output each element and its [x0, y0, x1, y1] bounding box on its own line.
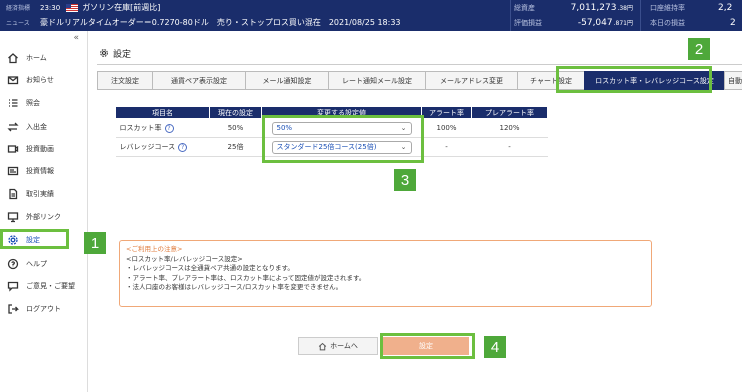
top-info-bar: 経済指標 23:30 ガソリン在庫[前週比] ニュース 豪ドルリアルタイムオーダ…: [0, 0, 742, 31]
sidebar-item-label: 投資動画: [26, 145, 54, 153]
margin-rate-label: 口座維持率: [650, 3, 685, 12]
tab-mail-address-change[interactable]: メールアドレス変更: [425, 71, 517, 90]
page-title: 設定: [99, 45, 131, 61]
news-ticker[interactable]: ニュース 豪ドルリアルタイムオーダー＝0.7270-80ドル 売り・ストップロス…: [0, 15, 401, 30]
notice-line: ・法人口座のお客様はレバレッジコース/ロスカット率を変更できません。: [126, 283, 343, 291]
tab-rate-notification-mail[interactable]: レート通知メール設定: [328, 71, 425, 90]
tab-mail-notification[interactable]: メール通知設定: [245, 71, 328, 90]
monitor-icon: [6, 210, 20, 224]
prealert-rate-value: -: [471, 137, 548, 157]
alert-rate-value: 100%: [421, 118, 472, 138]
logout-icon: [6, 302, 20, 316]
sidebar-item-label: 取引実績: [26, 190, 54, 198]
page-title-text: 設定: [113, 49, 132, 60]
prealert-rate-value: 120%: [471, 118, 548, 138]
column-header: プレアラート率: [471, 106, 548, 119]
indicator-time: 23:30: [40, 3, 61, 12]
app-root: 経済指標 23:30 ガソリン在庫[前週比] ニュース 豪ドルリアルタイムオーダ…: [0, 0, 742, 392]
sidebar-item-label: お知らせ: [26, 76, 54, 84]
feedback-icon: [6, 279, 20, 293]
home-button[interactable]: ホームへ: [298, 337, 378, 355]
highlight-box-2: [556, 66, 712, 93]
margin-rate-value: 2,2: [718, 2, 733, 13]
usage-notice: <ご利用上の注意> <ロスカット率/レバレッジコース設定> ・レバレッジコースは…: [119, 240, 652, 307]
sidebar-item-history[interactable]: 取引実績: [0, 183, 88, 205]
list-icon: [6, 96, 20, 110]
sidebar: « ホーム お知らせ 照会 入出金 投資動画 投資情報 取引実績 外部リンク 設…: [0, 31, 88, 392]
today-pl-value: 2: [730, 17, 736, 28]
tab-order-settings[interactable]: 注文設定: [97, 71, 152, 90]
economic-indicator-ticker[interactable]: 経済指標 23:30 ガソリン在庫[前週比]: [0, 0, 160, 15]
highlight-box-1: [0, 229, 69, 249]
sidebar-item-feedback[interactable]: ご意見・ご要望: [0, 275, 88, 297]
help-icon: [6, 257, 20, 271]
total-assets-label: 総資産: [514, 3, 535, 12]
gear-icon: [100, 49, 108, 57]
divider: [510, 0, 511, 31]
highlight-box-3: [262, 115, 424, 163]
notice-title: <ご利用上の注意>: [126, 245, 183, 253]
sidebar-item-external[interactable]: 外部リンク: [0, 206, 88, 228]
sidebar-item-info[interactable]: 投資情報: [0, 160, 88, 182]
collapse-sidebar-icon[interactable]: «: [73, 33, 79, 43]
notice-line: ・レバレッジコースは全通貨ペア共通の設定となります。: [126, 264, 294, 272]
news-label: ニュース: [6, 20, 30, 27]
news-icon: [6, 164, 20, 178]
home-button-label: ホームへ: [330, 342, 358, 350]
step-badge-4: 4: [484, 336, 506, 358]
sidebar-item-label: 照会: [26, 99, 40, 107]
total-assets-value: 7,011,273.38円: [570, 2, 633, 13]
economic-indicator-label: 経済指標: [6, 5, 31, 12]
news-text: 豪ドルリアルタイムオーダー＝0.7270-80ドル 売り・ストップロス買い混在 …: [40, 18, 401, 27]
sidebar-item-deposit[interactable]: 入出金: [0, 116, 88, 138]
home-icon: [318, 342, 327, 350]
sidebar-item-inquiry[interactable]: 照会: [0, 92, 88, 114]
sidebar-item-notices[interactable]: お知らせ: [0, 69, 88, 91]
losscut-current-value: 50%: [209, 118, 262, 138]
sidebar-item-label: ホーム: [26, 54, 47, 62]
leverage-current-value: 25倍: [209, 137, 262, 157]
sidebar-item-videos[interactable]: 投資動画: [0, 138, 88, 160]
losscut-rate-label: ロスカット率?: [115, 118, 210, 138]
today-pl-label: 本日の損益: [650, 18, 685, 27]
divider: [97, 64, 742, 65]
mail-icon: [6, 73, 20, 87]
sidebar-item-logout[interactable]: ログアウト: [0, 298, 88, 320]
tab-auto-losscut[interactable]: 自動ロ: [724, 71, 742, 90]
column-header: アラート率: [421, 106, 472, 119]
leverage-course-label: レバレッジコース?: [115, 137, 210, 157]
step-badge-3: 3: [394, 169, 416, 191]
alert-rate-value: -: [421, 137, 472, 157]
document-icon: [6, 187, 20, 201]
sidebar-item-label: ヘルプ: [26, 260, 47, 268]
sidebar-item-help[interactable]: ヘルプ: [0, 253, 88, 275]
sidebar-item-label: 投資情報: [26, 167, 54, 175]
sidebar-item-label: ご意見・ご要望: [26, 282, 75, 290]
transfer-icon: [6, 120, 20, 134]
sidebar-item-label: 外部リンク: [26, 213, 61, 221]
video-icon: [6, 142, 20, 156]
eval-pl-label: 評価損益: [514, 18, 542, 27]
tab-currency-pair-display[interactable]: 通貨ペア表示設定: [152, 71, 245, 90]
column-header: 現在の設定: [209, 106, 262, 119]
step-badge-1: 1: [84, 232, 106, 254]
step-badge-2: 2: [688, 38, 710, 60]
eval-pl-value: -57,047.871円: [577, 17, 633, 28]
divider: [640, 0, 641, 31]
sidebar-item-label: 入出金: [26, 123, 47, 131]
sidebar-item-label: ログアウト: [26, 305, 61, 313]
notice-line: ・アラート率、プレアラート率は、ロスカット率によって固定値が設定されます。: [126, 273, 366, 282]
notice-line: <ロスカット率/レバレッジコース設定>: [126, 254, 243, 263]
home-icon: [6, 51, 20, 65]
sidebar-item-home[interactable]: ホーム: [0, 47, 88, 69]
column-header: 項目名: [115, 106, 210, 119]
help-icon[interactable]: ?: [164, 123, 174, 133]
highlight-box-4: [380, 333, 475, 359]
indicator-text: ガソリン在庫[前週比]: [82, 3, 161, 12]
help-icon[interactable]: ?: [178, 142, 188, 152]
us-flag-icon: [66, 3, 79, 12]
